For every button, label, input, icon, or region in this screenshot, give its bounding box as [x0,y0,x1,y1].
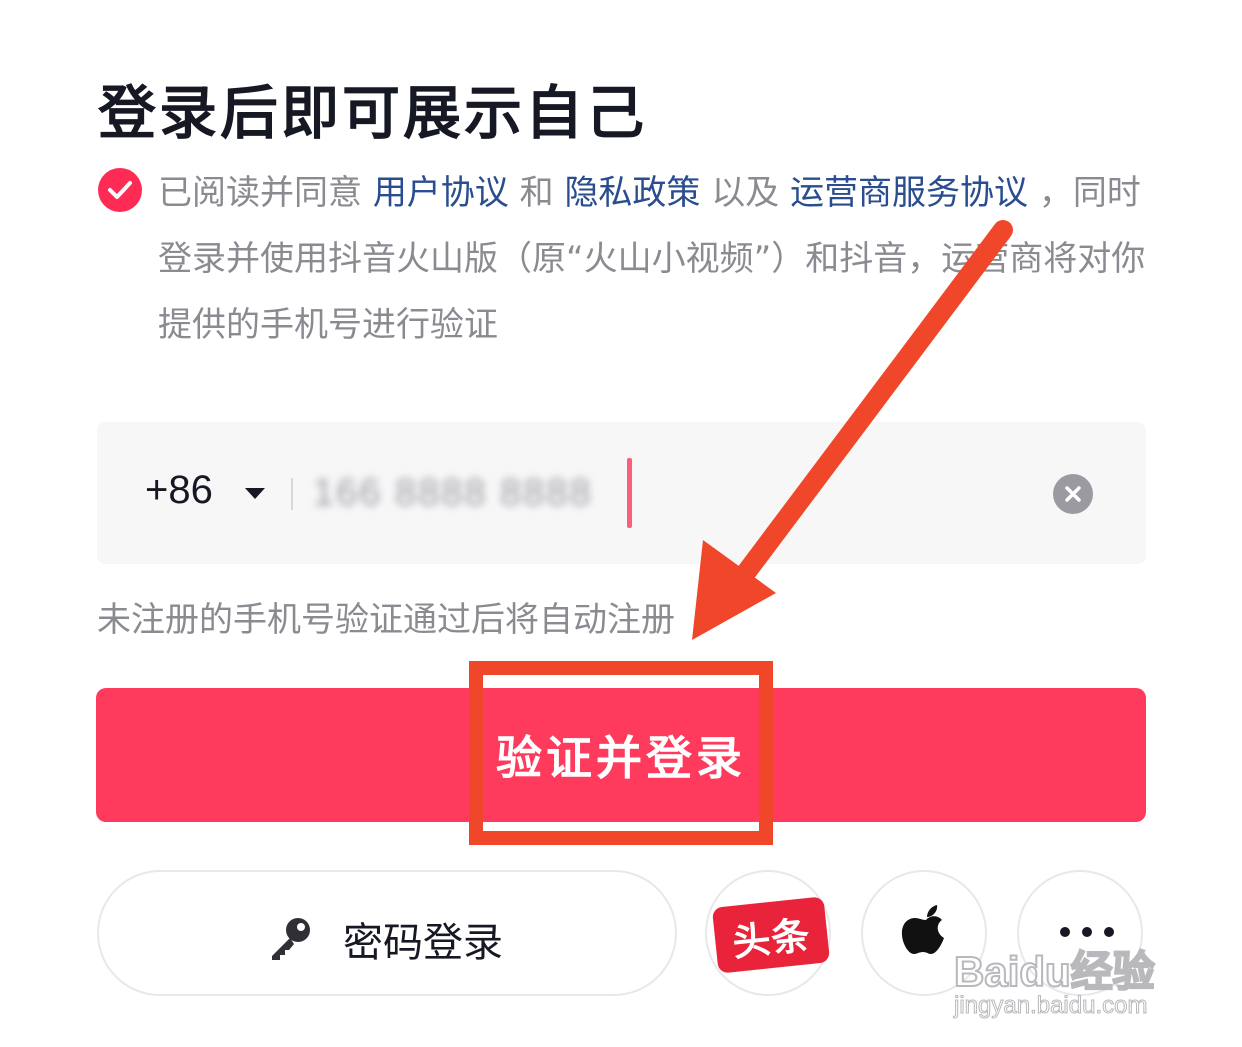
verify-login-label: 验证并登录 [496,731,746,785]
text-cursor [627,458,632,528]
carrier-agreement-link[interactable]: 运营商服务协议 [790,173,1028,213]
divider [291,478,293,510]
verify-login-button[interactable]: 验证并登录 [96,688,1146,822]
apple-icon [901,905,944,954]
clear-button[interactable] [1053,474,1093,514]
agreement-text: 已阅读并同意 用户协议 和 隐私政策 以及 运营商服务协议 ，同时登录并使用抖音… [158,160,1148,358]
toutiao-label: 头条 [730,912,813,965]
check-icon [108,181,132,199]
agree-checkbox[interactable] [98,168,142,212]
password-login-button[interactable]: 密码登录 [97,870,677,996]
more-login-button[interactable] [1017,870,1143,996]
apple-login-button[interactable] [861,870,987,996]
more-icon [1060,927,1114,937]
phone-number-input[interactable]: 166 8888 8888 [313,472,593,515]
agreement-prefix: 已阅读并同意 [158,173,373,213]
key-icon [272,918,310,960]
toutiao-logo: 头条 [711,896,831,974]
toutiao-login-button[interactable]: 头条 [705,870,831,996]
password-login-label: 密码登录 [343,920,503,966]
agreement-and: 和 [508,173,565,213]
auto-register-hint: 未注册的手机号验证通过后将自动注册 [97,600,675,640]
clear-icon [1065,486,1081,502]
watermark-url: jingyan.baidu.com [953,992,1148,1020]
agreement-also: 以及 [700,173,791,213]
user-agreement-link[interactable]: 用户协议 [373,173,509,213]
phone-input-box[interactable]: +86 166 8888 8888 [97,422,1146,564]
page-title: 登录后即可展示自己 [98,79,648,147]
chevron-down-icon[interactable] [245,488,265,499]
privacy-policy-link[interactable]: 隐私政策 [564,173,700,213]
country-code-selector[interactable]: +86 [145,468,213,513]
